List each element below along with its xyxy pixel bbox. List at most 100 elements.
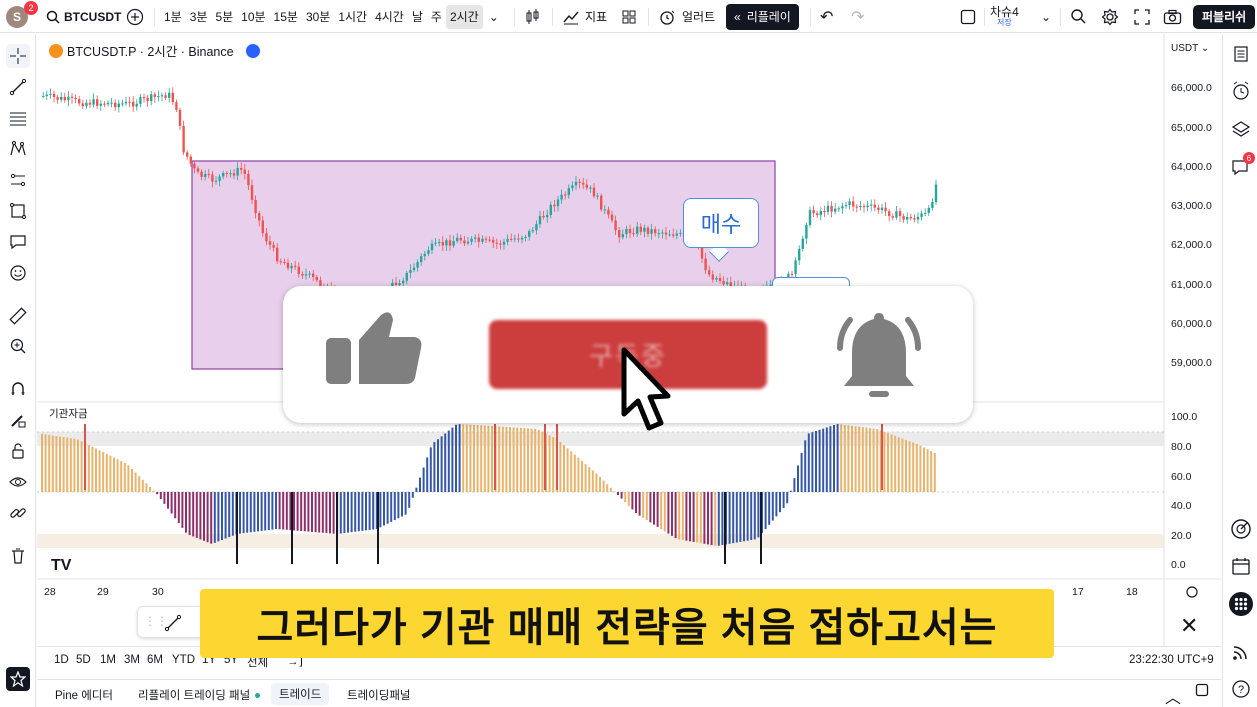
candle <box>171 92 174 103</box>
star-favorites-icon[interactable] <box>6 667 30 691</box>
crosshair-icon[interactable] <box>6 44 30 68</box>
redo-icon[interactable]: ↷ <box>851 0 864 33</box>
interval-5m[interactable]: 5분 <box>211 5 237 29</box>
ruler-icon[interactable] <box>6 304 30 328</box>
layout-chevron-down-icon[interactable]: ⌄ <box>1041 0 1051 33</box>
clock-timezone[interactable]: 23:22:30 UTC+9 <box>1129 654 1214 666</box>
chevron-down-icon[interactable]: ⌄ <box>489 10 499 24</box>
candle <box>240 168 243 170</box>
interval-4h[interactable]: 4시간 <box>371 5 408 29</box>
templates-button[interactable] <box>621 0 637 33</box>
fib-lines-icon[interactable] <box>6 106 30 130</box>
interval-1m[interactable]: 1분 <box>160 5 186 29</box>
magnet-icon[interactable] <box>6 377 30 401</box>
tab-trading-panel[interactable]: 트레이딩패널 <box>347 687 410 703</box>
signal-icon[interactable] <box>1228 639 1254 665</box>
undo-icon[interactable]: ↶ <box>820 0 833 33</box>
candle <box>60 96 63 100</box>
eye-icon[interactable] <box>6 470 30 494</box>
close-icon[interactable]: ✕ <box>1180 613 1198 639</box>
candle <box>261 220 264 234</box>
layers-icon[interactable] <box>1228 116 1254 142</box>
pattern-icon[interactable] <box>6 137 30 161</box>
currency-select[interactable]: USDT ⌄ <box>1171 43 1209 54</box>
pencil-lock-icon[interactable] <box>6 408 30 432</box>
range-1m[interactable]: 1M <box>100 654 116 666</box>
target-icon[interactable] <box>1228 516 1254 542</box>
layout-select-checkbox[interactable] <box>960 0 976 33</box>
range-3m[interactable]: 3M <box>124 654 140 666</box>
candle <box>654 229 657 234</box>
candle <box>225 172 228 174</box>
fullscreen-button[interactable] <box>1134 0 1150 33</box>
range-ytd[interactable]: YTD <box>172 654 195 666</box>
bitcoin-icon <box>49 43 63 58</box>
camera-icon <box>1163 9 1182 24</box>
alarm-clock-icon[interactable] <box>1228 78 1254 104</box>
legend-title: BTCUSDT.P · 2시간 · Binance <box>67 45 234 59</box>
trendline-icon[interactable] <box>6 75 30 99</box>
thumbs-up-icon[interactable] <box>323 310 423 388</box>
alert-button[interactable]: 얼러트 <box>658 0 715 33</box>
candle <box>74 97 77 100</box>
lock-icon[interactable] <box>6 439 30 463</box>
candle <box>420 256 423 262</box>
help-icon[interactable]: ? <box>1228 676 1254 702</box>
candle <box>902 216 905 220</box>
interval-1h[interactable]: 1시간 <box>334 5 371 29</box>
indicators-button[interactable]: 지표 <box>562 0 607 33</box>
candle <box>528 231 531 237</box>
tab-pine-editor[interactable]: Pine 에디터 <box>55 687 113 703</box>
tab-trade[interactable]: 트레이드 <box>271 683 330 705</box>
indicator-title[interactable]: 기관자금 <box>49 406 88 421</box>
link-icon[interactable] <box>6 501 30 525</box>
emoji-icon[interactable] <box>6 261 30 285</box>
symbol-legend[interactable]: BTCUSDT.P · 2시간 · Binance <box>49 41 260 60</box>
snapshot-button[interactable] <box>1163 0 1182 33</box>
range-6m[interactable]: 6M <box>147 654 163 666</box>
layout-name[interactable]: 차슈4 저장 <box>990 0 1019 33</box>
chat-icon[interactable]: 6 <box>1228 152 1255 180</box>
settings-button[interactable] <box>1101 0 1119 33</box>
candle <box>463 240 466 244</box>
interval-10m[interactable]: 10분 <box>237 5 269 29</box>
bell-icon[interactable] <box>836 308 922 400</box>
symbol-search[interactable]: BTCUSDT <box>46 0 121 33</box>
candle <box>52 93 56 98</box>
candle <box>535 224 538 231</box>
comment-icon[interactable] <box>6 230 30 254</box>
trendline-icon[interactable] <box>164 614 182 632</box>
trash-icon[interactable] <box>6 544 30 568</box>
interval-day[interactable]: 날 <box>408 5 427 29</box>
forecast-icon[interactable] <box>6 168 30 192</box>
interval-2h[interactable]: 2시간 <box>445 4 483 29</box>
candle <box>819 210 822 216</box>
range-5d[interactable]: 5D <box>76 654 91 666</box>
tab-replay-trading-panel[interactable]: 리플레이 트레이딩 패널 <box>138 687 250 703</box>
candle <box>607 209 610 215</box>
interval-3m[interactable]: 3분 <box>186 5 212 29</box>
maximize-panel-icon[interactable] <box>1195 683 1209 700</box>
compare-add-button[interactable] <box>126 0 144 33</box>
interval-week[interactable]: 주 <box>427 5 446 29</box>
rectangle-tool-icon[interactable] <box>6 199 30 223</box>
candle <box>805 224 808 239</box>
zoom-in-icon[interactable] <box>6 334 30 358</box>
apps-grid-icon[interactable] <box>1228 591 1254 617</box>
replay-indicator-icon[interactable] <box>245 43 260 58</box>
buy-callout[interactable]: 매수 <box>683 198 759 248</box>
chevron-up-icon[interactable]: ︿ <box>1165 684 1181 707</box>
interval-15m[interactable]: 15분 <box>270 5 302 29</box>
candle <box>664 232 668 235</box>
candle <box>477 237 480 242</box>
calendar-icon[interactable] <box>1228 553 1254 579</box>
range-1d[interactable]: 1D <box>54 654 69 666</box>
quick-search-button[interactable] <box>1070 0 1087 33</box>
interval-30m[interactable]: 30분 <box>302 5 334 29</box>
replay-button[interactable]: « 리플레이 <box>726 0 799 33</box>
candle <box>675 233 678 236</box>
watchlist-icon[interactable] <box>1228 41 1254 67</box>
candle <box>160 95 164 97</box>
chart-type-button[interactable] <box>523 0 541 33</box>
publish-button[interactable]: 퍼블리쉬 <box>1193 0 1256 33</box>
